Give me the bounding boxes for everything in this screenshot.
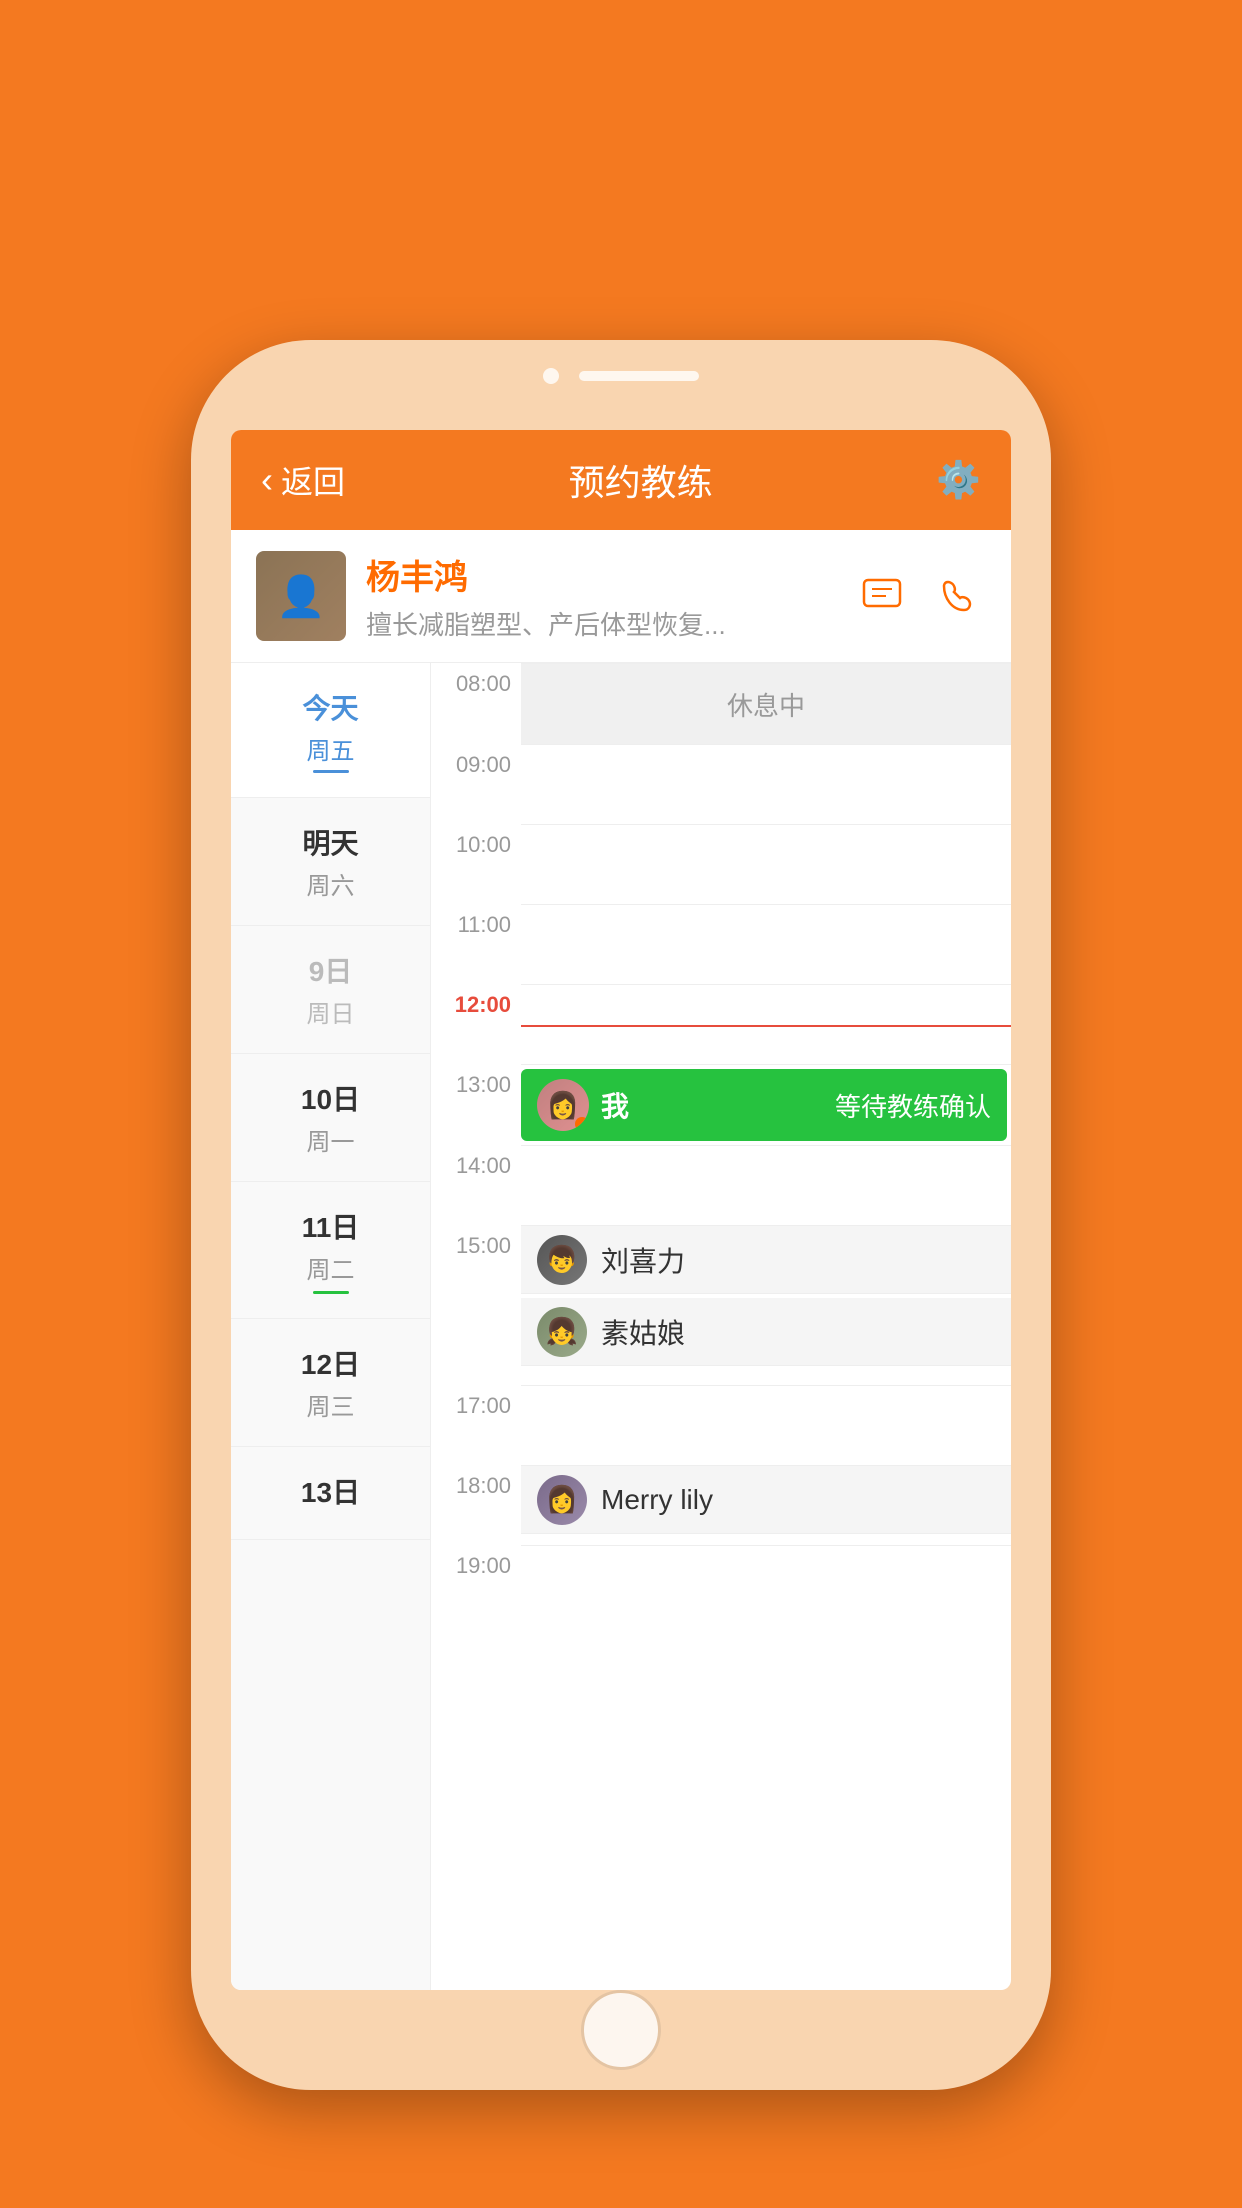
settings-icon[interactable]: ⚙️ [936,459,981,501]
date-10-weekday: 周一 [231,1122,430,1157]
time-row-1300: 13:00 👩 我 等待教练确认 [431,1064,1011,1145]
date-sidebar: 今天 周五 明天 周六 9日 周日 10日 周一 11日 [231,663,431,1990]
time-row-1800: 18:00 👩 Merry lily [431,1465,1011,1545]
time-slot-1300[interactable]: 👩 我 等待教练确认 [521,1064,1011,1145]
rest-block: 休息中 [521,664,1011,744]
appointment-status: 等待教练确认 [835,1087,991,1124]
trainer-actions [854,568,986,624]
time-row-1500: 15:00 👦 刘喜力 👧 素姑娘 [431,1225,1011,1385]
date-today-weekday: 周五 [231,731,430,766]
time-slot-1500: 👦 刘喜力 👧 素姑娘 [521,1225,1011,1385]
time-row-1200: 12:00 [431,984,1011,1064]
user-slot-su: 👧 素姑娘 [521,1298,1011,1366]
phone-shell: ‹ 返回 预约教练 ⚙️ 👤 杨丰鸿 擅长减脂塑型、产后体型恢复... [191,340,1051,2090]
date-item-tomorrow[interactable]: 明天 周六 [231,798,430,926]
back-button[interactable]: ‹ 返回 [261,457,345,503]
time-row-1900: 19:00 [431,1545,1011,1625]
date-item-11[interactable]: 11日 周二 [231,1182,430,1319]
time-slot-1000[interactable] [521,824,1011,904]
date-item-10[interactable]: 10日 周一 [231,1054,430,1182]
time-slot-0900[interactable] [521,744,1011,824]
current-time-line [521,1025,1011,1027]
schedule-container: 今天 周五 明天 周六 9日 周日 10日 周一 11日 [231,663,1011,1990]
user-slot-merry: 👩 Merry lily [521,1466,1011,1534]
time-label-1000: 10:00 [431,824,521,904]
date-tomorrow-weekday: 周六 [231,866,430,901]
user-avatar-merry: 👩 [537,1475,587,1525]
time-label-1800: 18:00 [431,1465,521,1545]
date-9-weekday: 周日 [231,994,430,1029]
time-row-1100: 11:00 [431,904,1011,984]
trainer-details: 杨丰鸿 擅长减脂塑型、产后体型恢复... [366,550,854,642]
chevron-left-icon: ‹ [261,459,273,501]
date-9-label: 9日 [231,950,430,990]
trainer-avatar: 👤 [256,551,346,641]
user-name-su: 素姑娘 [601,1312,685,1352]
date-item-today[interactable]: 今天 周五 [231,663,430,798]
date-item-13[interactable]: 13日 [231,1447,430,1540]
time-label-0900: 09:00 [431,744,521,824]
trainer-info: 👤 杨丰鸿 擅长减脂塑型、产后体型恢复... [231,530,1011,663]
avatar-badge [575,1117,589,1131]
date-tomorrow-label: 明天 [231,822,430,862]
user-avatar-su: 👧 [537,1307,587,1357]
user-name-liu: 刘喜力 [601,1240,685,1280]
time-label-1900: 19:00 [431,1545,521,1625]
time-label-1300: 13:00 [431,1064,521,1145]
time-slot-0800: 休息中 [521,663,1011,744]
time-label-1500: 15:00 [431,1225,521,1385]
time-label-0800: 08:00 [431,663,521,744]
time-schedule: 08:00 休息中 09:00 10:00 11:00 [431,663,1011,1990]
date-10-label: 10日 [231,1078,430,1118]
time-row-1700: 17:00 [431,1385,1011,1465]
date-11-indicator [313,1291,349,1294]
phone-home-button[interactable] [581,1990,661,2070]
date-item-9[interactable]: 9日 周日 [231,926,430,1054]
time-row-1000: 10:00 [431,824,1011,904]
time-slot-1700[interactable] [521,1385,1011,1465]
phone-top-bar [543,368,699,384]
appointment-avatar: 👩 [537,1079,589,1131]
time-row-0800: 08:00 休息中 [431,663,1011,744]
phone-screen: ‹ 返回 预约教练 ⚙️ 👤 杨丰鸿 擅长减脂塑型、产后体型恢复... [231,430,1011,1990]
message-button[interactable] [854,568,910,624]
time-slot-1200 [521,984,1011,1064]
trainer-name: 杨丰鸿 [366,550,854,599]
date-today-label: 今天 [231,687,430,727]
app-header: ‹ 返回 预约教练 ⚙️ [231,430,1011,530]
date-12-weekday: 周三 [231,1387,430,1422]
time-row-1400: 14:00 [431,1145,1011,1225]
time-row-0900: 09:00 [431,744,1011,824]
time-label-1400: 14:00 [431,1145,521,1225]
time-label-1100: 11:00 [431,904,521,984]
appointment-block[interactable]: 👩 我 等待教练确认 [521,1069,1007,1141]
time-label-1700: 17:00 [431,1385,521,1465]
today-underline [313,770,349,773]
appointment-name: 我 [601,1085,629,1125]
date-item-12[interactable]: 12日 周三 [231,1319,430,1447]
date-11-weekday: 周二 [231,1250,430,1285]
date-11-label: 11日 [231,1206,430,1246]
phone-speaker [579,371,699,381]
time-slot-1100[interactable] [521,904,1011,984]
time-slot-1400[interactable] [521,1145,1011,1225]
user-avatar-liu: 👦 [537,1235,587,1285]
date-12-label: 12日 [231,1343,430,1383]
phone-button[interactable] [930,568,986,624]
trainer-description: 擅长减脂塑型、产后体型恢复... [366,605,854,642]
time-slot-1800: 👩 Merry lily [521,1465,1011,1545]
back-label: 返回 [281,457,345,503]
user-slot-liu: 👦 刘喜力 [521,1226,1011,1294]
header-title: 预约教练 [569,454,713,506]
phone-camera [543,368,559,384]
time-slot-1900[interactable] [521,1545,1011,1625]
user-name-merry: Merry lily [601,1484,713,1516]
time-label-1200: 12:00 [431,984,521,1064]
date-13-label: 13日 [231,1471,430,1511]
